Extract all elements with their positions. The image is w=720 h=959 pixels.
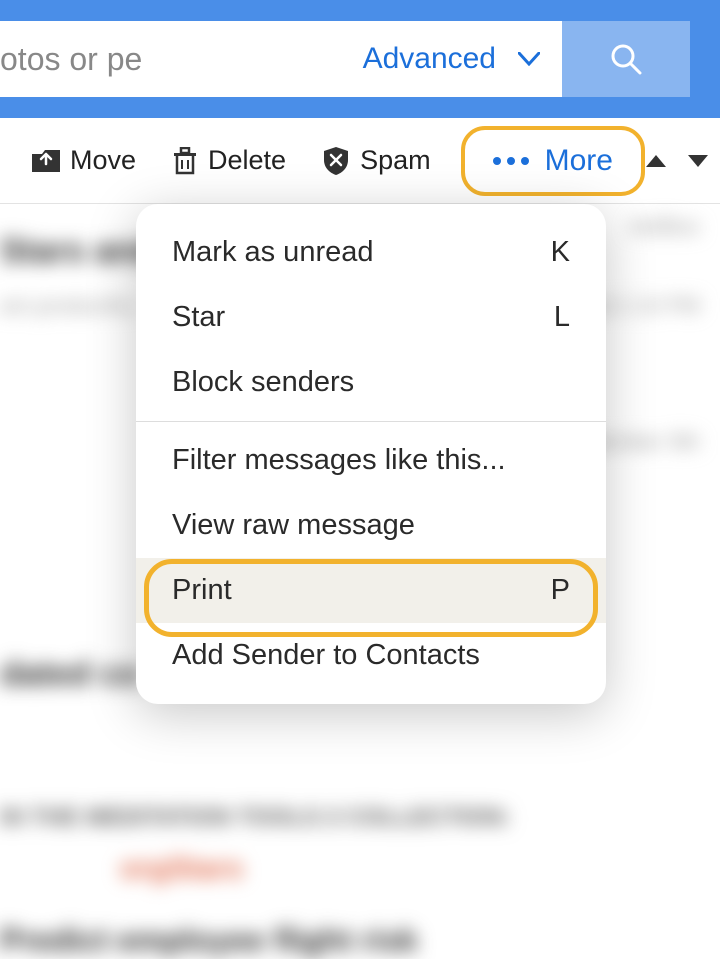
menu-label: Print [172, 574, 232, 607]
menu-add-contact[interactable]: Add Sender to Contacts [136, 623, 606, 688]
move-icon [32, 148, 60, 174]
mail-toolbar: Move Delete Spam More [0, 118, 720, 204]
menu-filter[interactable]: Filter messages like this... [136, 428, 606, 493]
menu-label: Add Sender to Contacts [172, 639, 480, 672]
chevron-down-icon [518, 52, 540, 66]
arrow-down-icon[interactable] [687, 153, 709, 169]
more-dots-icon [493, 157, 529, 165]
spam-label: Spam [360, 145, 431, 176]
menu-label: Mark as unread [172, 236, 374, 269]
move-button[interactable]: Move [18, 135, 150, 186]
trash-icon [172, 147, 198, 175]
search-bar: Advanced [0, 21, 562, 97]
menu-shortcut: K [551, 236, 570, 269]
more-label: More [545, 144, 613, 178]
article-title: Predict employee flight risk [0, 922, 700, 959]
menu-shortcut: P [551, 574, 570, 607]
delete-label: Delete [208, 145, 286, 176]
spam-button[interactable]: Spam [308, 135, 445, 186]
delete-button[interactable]: Delete [158, 135, 300, 186]
search-icon [608, 41, 644, 77]
menu-star[interactable]: Star L [136, 285, 606, 350]
spam-shield-icon [322, 146, 350, 176]
collection-line: IN THE MEDITATION TOOLS 2 COLLECTION: [0, 804, 700, 832]
org-label: orgStars [120, 852, 700, 886]
menu-label: View raw message [172, 509, 415, 542]
move-label: Move [70, 145, 136, 176]
from-line: am.producthu [0, 293, 135, 319]
nav-arrows [645, 153, 719, 169]
advanced-label: Advanced [363, 42, 496, 76]
menu-label: Block senders [172, 366, 354, 399]
more-dropdown: Mark as unread K Star L Block senders Fi… [136, 204, 606, 704]
menu-mark-unread[interactable]: Mark as unread K [136, 220, 606, 285]
search-input[interactable] [0, 41, 353, 78]
menu-block-senders[interactable]: Block senders [136, 350, 606, 415]
more-button[interactable]: More [461, 126, 645, 196]
menu-label: Filter messages like this... [172, 444, 506, 477]
menu-shortcut: L [554, 301, 570, 334]
menu-view-raw[interactable]: View raw message [136, 493, 606, 558]
menu-print[interactable]: Print P [136, 558, 606, 623]
advanced-search-button[interactable]: Advanced [353, 42, 562, 76]
header-bar: Advanced [0, 0, 720, 118]
menu-divider [136, 421, 606, 422]
search-button[interactable] [562, 21, 690, 97]
adbox-label: Ad/Box [629, 214, 700, 240]
menu-label: Star [172, 301, 225, 334]
arrow-up-icon[interactable] [645, 153, 667, 169]
